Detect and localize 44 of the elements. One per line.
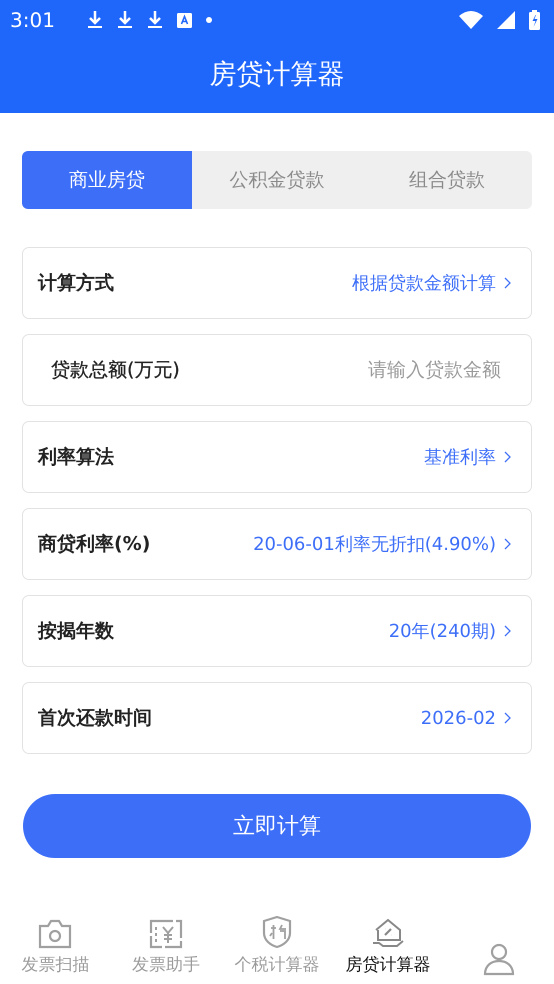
nav-label: 发票扫描 [21,954,90,976]
row-value: 20年(240期) [388,620,496,643]
row-label: 首次还款时间 [38,706,152,731]
wifi-icon [459,11,483,29]
battery-icon [529,10,540,30]
download-icon [116,10,133,30]
signal-icon [497,11,515,29]
person-icon [482,942,516,976]
row-label: 计算方式 [38,271,114,296]
row-value: 2026-02 [420,708,496,728]
download-icon [86,10,103,30]
row-value: 20-06-01利率无折扣(4.90%) [252,533,496,556]
row-label: 利率算法 [38,445,114,470]
option-row[interactable]: 利率算法 基准利率 [22,421,532,493]
nav-tab[interactable]: 房贷计算器 [332,900,444,976]
app-notification-icon [176,12,192,28]
page-title: 房贷计算器 [210,58,344,92]
nav-label: 房贷计算器 [345,954,430,976]
dot-icon [206,17,212,23]
nav-label: 发票助手 [132,954,200,976]
nav-label: 个税计算器 [234,954,320,976]
calculate-button[interactable]: 立即计算 [23,794,531,858]
option-row[interactable]: 商贷利率(%) 20-06-01利率无折扣(4.90%) [22,508,532,580]
row-label: 按揭年数 [38,619,114,644]
invoice-icon [149,919,184,949]
chevron-icon [504,712,511,724]
camera-icon [38,919,72,949]
chevron-icon [504,625,511,637]
row-label: 商贷利率(%) [38,532,150,557]
loan-type-tab[interactable]: 商业房贷 [22,151,192,209]
status-time: 3:01 [10,8,55,32]
chevron-icon [504,451,511,463]
row-value: 基准利率 [423,446,496,469]
shield-icon [262,915,292,949]
option-row[interactable]: 计算方式 根据贷款金额计算 [22,247,532,319]
house-percent-icon [370,917,405,949]
loan-amount-field[interactable]: 贷款总额(万元) 请输入贷款金额 [22,334,532,406]
chevron-icon [504,277,511,289]
option-row[interactable]: 首次还款时间 2026-02 [22,682,532,754]
chevron-icon [504,538,511,550]
row-value: 根据贷款金额计算 [351,272,496,295]
option-row[interactable]: 按揭年数 20年(240期) [22,595,532,667]
row-label: 贷款总额(万元) [51,358,180,383]
download-icon [146,10,163,30]
